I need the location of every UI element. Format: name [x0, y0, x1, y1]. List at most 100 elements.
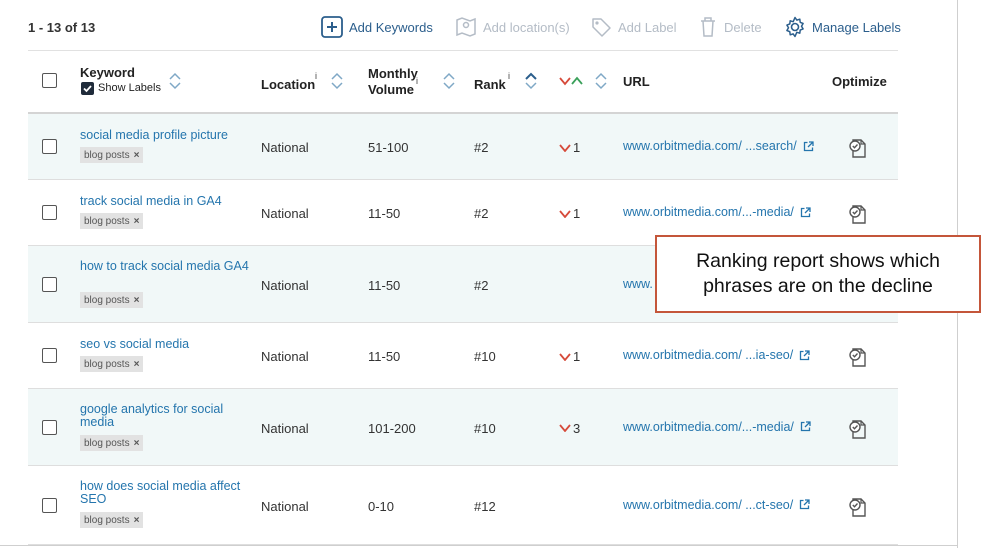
manage-labels-label: Manage Labels — [812, 19, 901, 35]
keyword-link[interactable]: how to track social media GA4 — [80, 260, 250, 273]
add-keywords-button[interactable]: Add Keywords — [321, 16, 433, 38]
rank-change-value: 1 — [573, 349, 581, 364]
url-text: www.orbitmedia.com/...-media/ — [623, 205, 794, 219]
optimize-icon[interactable] — [848, 496, 868, 518]
delete-button[interactable]: Delete — [698, 16, 762, 38]
table-row: google analytics for social media blog po… — [28, 389, 898, 466]
rank-cell: #2 — [474, 277, 489, 293]
add-label-label: Add Label — [618, 19, 677, 35]
url-link[interactable]: www.orbitmedia.com/...-media/ — [623, 205, 811, 219]
row-checkbox[interactable] — [42, 205, 57, 220]
rank-info-icon[interactable]: i — [508, 71, 510, 81]
monthly-header: Monthly — [368, 66, 418, 81]
row-checkbox[interactable] — [42, 139, 57, 154]
url-text: www.orbitmedia.com/ ...search/ — [623, 139, 797, 153]
label-tag-text: blog posts — [84, 514, 130, 526]
map-pin-icon — [456, 17, 476, 37]
remove-label-icon[interactable]: × — [134, 150, 140, 161]
keyword-link[interactable]: google analytics for social media — [80, 403, 250, 429]
volume-header: Volume — [368, 82, 414, 97]
location-cell: National — [261, 206, 309, 221]
location-cell: National — [261, 349, 309, 364]
remove-label-icon[interactable]: × — [134, 438, 140, 449]
remove-label-icon[interactable]: × — [134, 295, 140, 306]
label-tag-text: blog posts — [84, 437, 130, 449]
down-arrow-icon — [559, 424, 571, 432]
volume-info-icon[interactable]: i — [416, 76, 418, 86]
label-tag-text: blog posts — [84, 358, 130, 370]
external-link-icon — [803, 140, 814, 151]
external-link-icon — [800, 206, 811, 217]
external-link-icon — [800, 499, 810, 510]
keyword-link[interactable]: seo vs social media — [80, 338, 250, 351]
add-label-button[interactable]: Add Label — [590, 16, 677, 38]
checkmark-icon — [83, 85, 92, 93]
volume-cell: 11-50 — [368, 206, 401, 221]
volume-cell: 101-200 — [368, 420, 416, 436]
sort-volume-icon[interactable] — [442, 72, 456, 90]
rank-cell: #2 — [474, 140, 489, 155]
row-checkbox[interactable] — [42, 497, 57, 513]
rank-change: 1 — [559, 349, 580, 364]
label-tag-text: blog posts — [84, 215, 130, 227]
rank-change-value: 1 — [573, 206, 581, 221]
label-tag: blog posts × — [80, 213, 144, 229]
remove-label-icon[interactable]: × — [134, 515, 140, 526]
rank-change-value: 1 — [573, 140, 581, 155]
label-tag-text: blog posts — [84, 149, 130, 161]
change-trend-icon — [559, 76, 583, 86]
volume-cell: 0-10 — [368, 498, 395, 514]
row-checkbox[interactable] — [42, 276, 57, 292]
keyword-link[interactable]: track social media in GA4 — [80, 195, 250, 208]
keyword-link[interactable]: social media profile picture — [80, 129, 250, 142]
row-checkbox[interactable] — [42, 419, 57, 435]
label-tag: blog posts × — [80, 292, 144, 308]
label-tag-text: blog posts — [84, 294, 130, 306]
table-row: seo vs social media blog posts × National 11… — [28, 323, 898, 389]
location-cell: National — [261, 420, 309, 436]
rank-cell: #12 — [474, 498, 496, 514]
optimize-icon[interactable] — [848, 203, 868, 225]
rank-cell: #10 — [474, 420, 496, 436]
location-cell: National — [261, 140, 309, 155]
url-link[interactable]: www.orbitmedia.com/ ...search/ — [623, 139, 814, 153]
url-link[interactable]: www.orbitmedia.com/...-media/ — [623, 420, 811, 434]
sort-keyword-icon[interactable] — [168, 72, 182, 90]
sort-rank-icon[interactable] — [524, 72, 538, 90]
location-header: Location — [261, 77, 316, 92]
annotation-callout: Ranking report shows which phrases are o… — [655, 235, 981, 313]
url-link[interactable]: www.orbitmedia.com/ ...ia-seo/ — [623, 348, 810, 362]
optimize-icon[interactable] — [848, 137, 868, 159]
manage-labels-button[interactable]: Manage Labels — [784, 16, 901, 38]
location-cell: National — [261, 498, 309, 514]
url-link[interactable]: www. — [623, 277, 653, 291]
select-all-checkbox[interactable] — [42, 73, 57, 88]
label-tag: blog posts × — [80, 435, 144, 451]
url-text: www.orbitmedia.com/ ...ct-seo/ — [623, 497, 794, 512]
rank-change: 3 — [559, 421, 580, 436]
keyword-link[interactable]: how does social media affect SEO — [80, 480, 250, 506]
add-location-button[interactable]: Add location(s) — [455, 16, 570, 38]
keyword-header: Keyword — [80, 65, 135, 80]
url-link[interactable]: www.orbitmedia.com/ ...ct-seo/ — [623, 498, 810, 512]
remove-label-icon[interactable]: × — [134, 216, 140, 227]
show-labels-checkbox[interactable] — [81, 82, 94, 95]
down-arrow-icon — [559, 143, 571, 152]
rank-change: 1 — [559, 140, 580, 155]
optimize-icon[interactable] — [848, 346, 868, 368]
rank-cell: #10 — [474, 349, 496, 364]
delete-label: Delete — [724, 19, 762, 35]
remove-label-icon[interactable]: × — [134, 359, 140, 370]
row-checkbox[interactable] — [42, 348, 57, 363]
rank-change: 1 — [559, 206, 580, 221]
down-arrow-icon — [559, 352, 571, 361]
optimize-icon[interactable] — [848, 418, 868, 440]
sort-location-icon[interactable] — [330, 72, 344, 90]
show-labels-label: Show Labels — [98, 82, 161, 94]
external-link-icon — [800, 421, 811, 432]
rank-change-value: 3 — [573, 420, 581, 436]
optimize-header: Optimize — [832, 74, 887, 89]
url-text: www. — [623, 276, 653, 291]
sort-change-icon[interactable] — [594, 72, 608, 90]
location-info-icon[interactable]: i — [315, 71, 317, 81]
